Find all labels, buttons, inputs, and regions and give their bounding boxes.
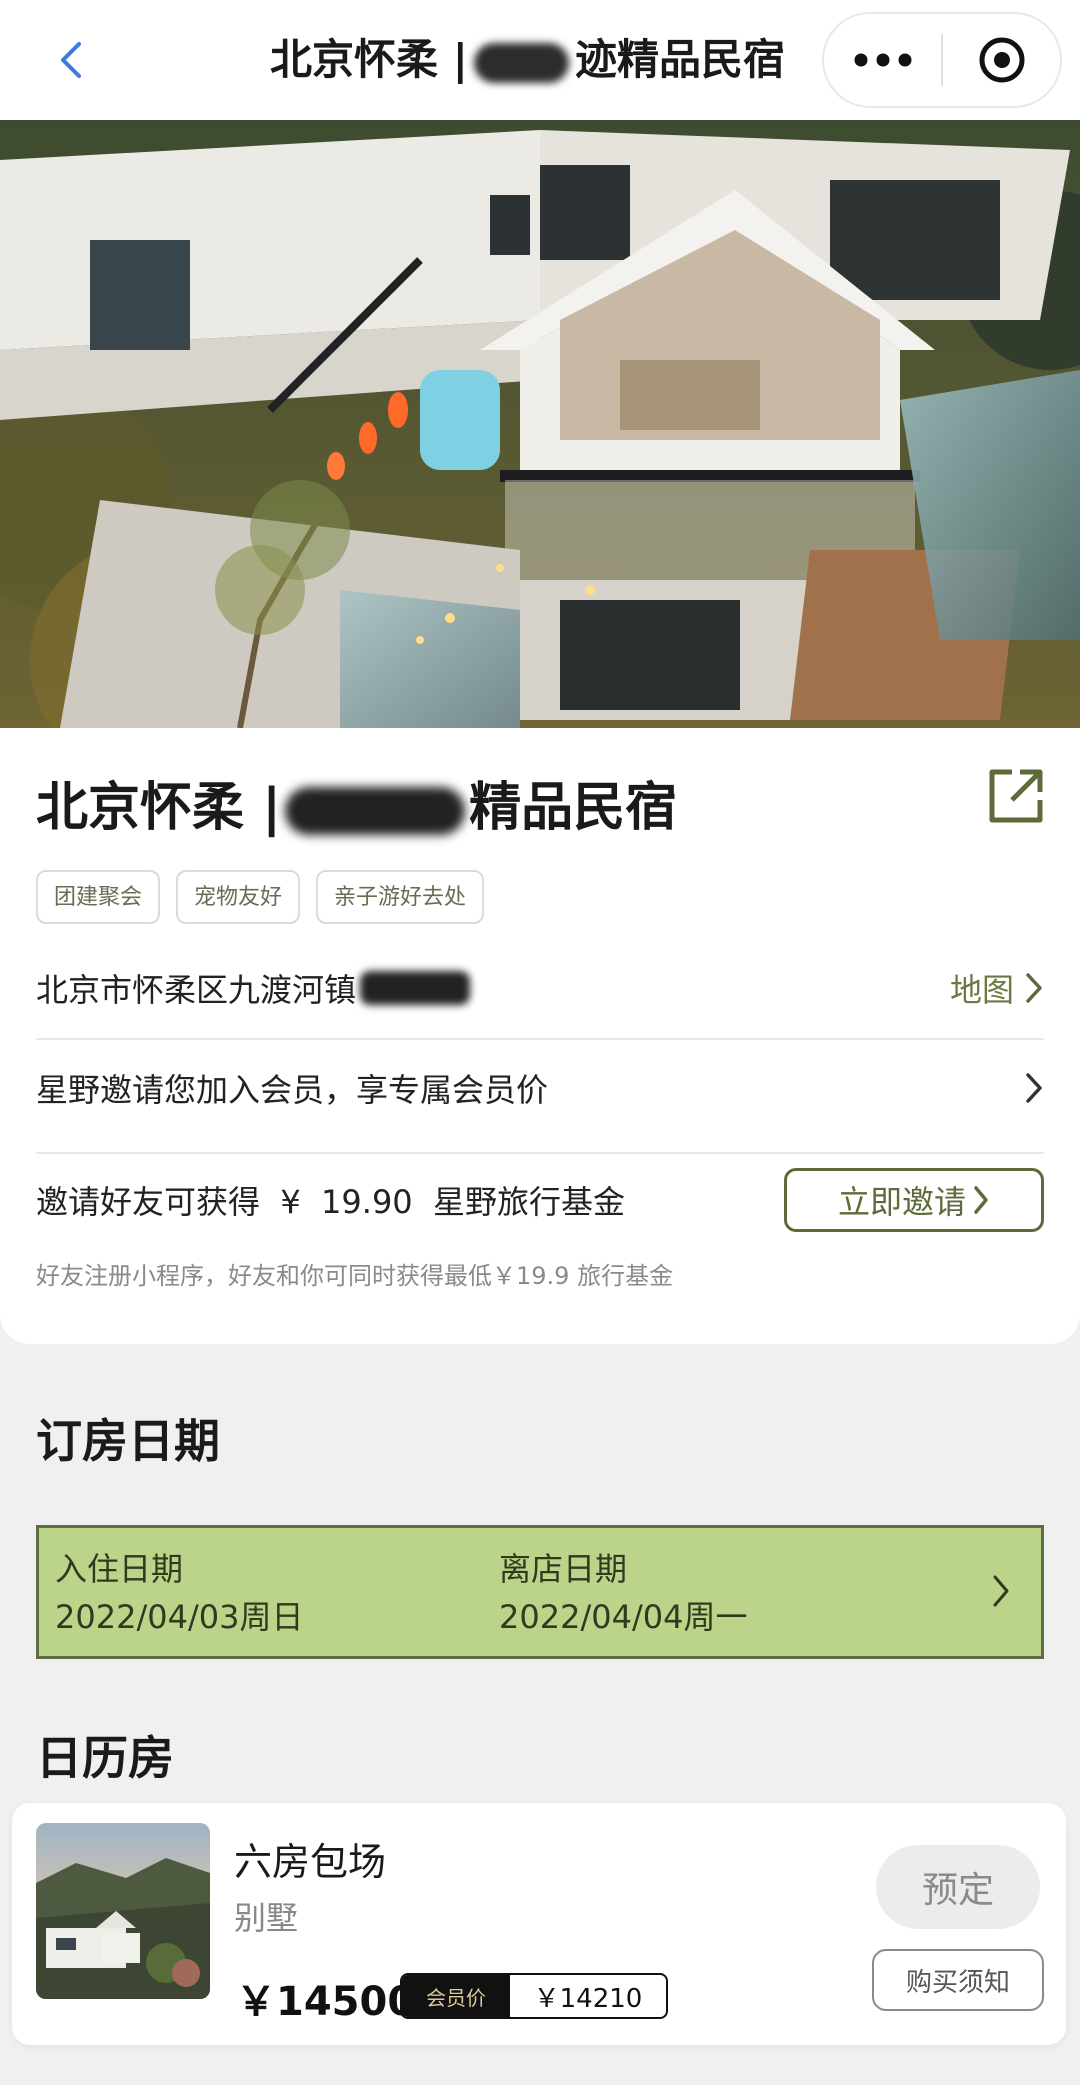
redacted-text: [360, 971, 471, 1005]
close-mini-program-button[interactable]: [943, 14, 1060, 106]
chevron-right-icon: [1026, 1073, 1042, 1103]
invite-button-label: 立即邀请: [837, 1183, 966, 1221]
chevron-right-icon: [1026, 973, 1042, 1003]
room-price: ￥14500: [236, 1979, 416, 2025]
back-button[interactable]: [40, 30, 100, 90]
purchase-notice-button[interactable]: 购买须知: [872, 1949, 1044, 2011]
invite-friend-row: 邀请好友可获得 ¥ 19.90 星野旅行基金 立即邀请: [36, 1148, 1044, 1252]
date-selector[interactable]: 入住日期 2022/04/03周日 离店日期 2022/04/04周一: [36, 1525, 1044, 1659]
page-title: 北京怀柔 | 迹精品民宿: [270, 28, 830, 92]
member-invite-row[interactable]: 星野邀请您加入会员，享专属会员价: [36, 1036, 1044, 1140]
villa-illustration: [0, 120, 1080, 728]
checkin-column: 入住日期 2022/04/03周日: [55, 1546, 303, 1642]
map-link[interactable]: 地图: [950, 965, 1044, 1011]
chevron-left-icon: [61, 42, 81, 78]
room-name: 六房包场: [234, 1840, 387, 1884]
checkout-value: 2022/04/04周一: [499, 1598, 748, 1636]
member-price-badge: 会员价 ￥14210: [400, 1973, 668, 2019]
tag-family-trip: 亲子游好去处: [316, 870, 485, 924]
tag-pet-friendly: 宠物友好: [176, 870, 301, 924]
room-type: 别墅: [234, 1899, 299, 1937]
member-price-value: ￥14210: [533, 1983, 643, 2014]
checkin-label: 入住日期: [55, 1550, 184, 1588]
property-tags: 团建聚会 宠物友好 亲子游好去处: [36, 870, 485, 924]
share-external-icon: [989, 769, 1043, 823]
redacted-text: [285, 787, 466, 835]
property-title: 北京怀柔 | 精品民宿: [36, 768, 677, 848]
property-info-card: 北京怀柔 | 精品民宿 团建聚会 宠物友好 亲子游好去处 北京市怀柔区九渡河镇 地…: [0, 728, 1080, 1344]
member-invite-text: 星野邀请您加入会员，享专属会员价: [36, 1071, 549, 1109]
chevron-right-icon: [974, 1186, 988, 1214]
calendar-room-heading: 日历房: [36, 1731, 174, 1785]
redacted-text: [473, 42, 569, 83]
checkout-label: 离店日期: [499, 1550, 628, 1588]
chevron-right-icon: [993, 1575, 1009, 1607]
property-title-prefix: 北京怀柔 |: [36, 778, 282, 838]
more-button[interactable]: [824, 14, 941, 106]
share-button[interactable]: [986, 766, 1046, 826]
navigation-bar: 北京怀柔 | 迹精品民宿: [0, 0, 1080, 120]
more-dots-icon: [854, 53, 911, 67]
page-title-suffix: 迹精品民宿: [574, 35, 785, 84]
target-circle-icon: [979, 37, 1024, 83]
room-card[interactable]: 六房包场 别墅 ￥14500 会员价 ￥14210 预定 购买须知: [12, 1803, 1066, 2045]
property-hero-photo[interactable]: [0, 120, 1080, 728]
map-label: 地图: [949, 971, 1014, 1009]
invite-reward-text: 邀请好友可获得 ¥ 19.90 星野旅行基金: [36, 1183, 626, 1221]
property-title-suffix: 精品民宿: [469, 778, 678, 838]
invite-note: 好友注册小程序，好友和你可同时获得最低￥19.9 旅行基金: [36, 1262, 674, 1290]
invite-now-button[interactable]: 立即邀请: [784, 1168, 1044, 1232]
mini-program-capsule: [822, 12, 1062, 108]
booking-date-heading: 订房日期: [36, 1414, 220, 1468]
book-button[interactable]: 预定: [876, 1845, 1040, 1929]
address-row: 北京市怀柔区九渡河镇 地图: [36, 948, 1044, 1028]
room-photo: [36, 1823, 210, 1999]
checkout-column: 离店日期 2022/04/04周一: [499, 1546, 747, 1642]
tag-team-building: 团建聚会: [36, 870, 161, 924]
checkin-value: 2022/04/03周日: [55, 1598, 304, 1636]
address-text: 北京市怀柔区九渡河镇: [36, 971, 357, 1009]
member-price-label: 会员价: [402, 1975, 510, 2017]
page-title-prefix: 北京怀柔 |: [270, 35, 468, 84]
room-thumbnail[interactable]: [36, 1823, 210, 1999]
